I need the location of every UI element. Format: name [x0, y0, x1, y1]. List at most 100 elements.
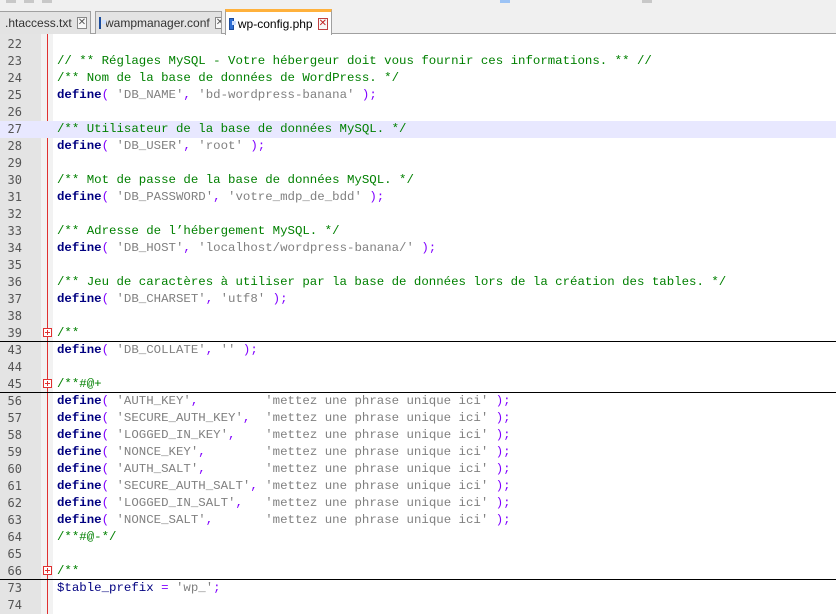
toolbar-strip: [0, 0, 836, 8]
fold-plus-icon[interactable]: [43, 566, 52, 575]
tab-wp-config[interactable]: wp-config.php ✕: [225, 9, 332, 35]
code-token: /** Adresse de l’hébergement MySQL. */: [57, 224, 340, 238]
code-line[interactable]: 74: [0, 597, 836, 614]
code-token: /**: [57, 326, 80, 340]
file-icon: [99, 17, 106, 29]
fold-plus-icon[interactable]: [43, 328, 52, 337]
code-token: );: [354, 88, 377, 102]
code-line[interactable]: 26: [0, 104, 836, 121]
code-line[interactable]: 38: [0, 308, 836, 325]
code-text: define( 'SECURE_AUTH_SALT', 'mettez une …: [57, 478, 511, 495]
code-token: 'votre_mdp_de_bdd': [228, 190, 362, 204]
code-token: );: [488, 394, 511, 408]
code-line[interactable]: 64 /**#@-*/: [0, 529, 836, 546]
line-number: 30: [7, 173, 22, 187]
line-number: 29: [7, 156, 22, 170]
code-token: 'mettez une phrase unique ici': [265, 462, 489, 476]
code-text: // ** Réglages MySQL - Votre hébergeur d…: [57, 53, 652, 70]
code-token: 'AUTH_KEY': [116, 394, 191, 408]
code-line[interactable]: 33 /** Adresse de l’hébergement MySQL. */: [0, 223, 836, 240]
code-line[interactable]: 63 define( 'NONCE_SALT', 'mettez une phra…: [0, 512, 836, 529]
code-line[interactable]: 43 define( 'DB_COLLATE', '' );: [0, 342, 836, 359]
code-line[interactable]: 22: [0, 36, 836, 53]
code-token: ,: [250, 479, 266, 493]
code-line[interactable]: 25 define( 'DB_NAME', 'bd-wordpress-banan…: [0, 87, 836, 104]
code-token: (: [101, 411, 117, 425]
code-line[interactable]: 59 define( 'NONCE_KEY', 'mettez une phras…: [0, 444, 836, 461]
code-line[interactable]: 39 /**: [0, 325, 836, 342]
code-line[interactable]: 58 define( 'LOGGED_IN_KEY', 'mettez une p…: [0, 427, 836, 444]
close-icon[interactable]: ✕: [76, 17, 88, 29]
toolbar-button-edge[interactable]: [42, 0, 52, 3]
code-text: /** Mot de passe de la base de données M…: [57, 172, 414, 189]
code-line[interactable]: 65: [0, 546, 836, 563]
tab-wampmanager[interactable]: wampmanager.conf ✕: [95, 11, 222, 34]
code-line[interactable]: 73 $table_prefix = 'wp_';: [0, 580, 836, 597]
code-token: 'root': [198, 139, 243, 153]
line-number: 24: [7, 71, 22, 85]
code-text: define( 'DB_NAME', 'bd-wordpress-banana'…: [57, 87, 377, 104]
code-token: (: [101, 88, 117, 102]
code-line[interactable]: 24 /** Nom de la base de données de WordP…: [0, 70, 836, 87]
code-token: ,: [183, 241, 199, 255]
code-token: 'mettez une phrase unique ici': [265, 411, 489, 425]
fold-plus-icon[interactable]: [43, 379, 52, 388]
line-number: 28: [7, 139, 22, 153]
code-line[interactable]: 45 /**#@+: [0, 376, 836, 393]
close-icon[interactable]: ✕: [317, 17, 328, 30]
code-line[interactable]: 28 define( 'DB_USER', 'root' );: [0, 138, 836, 155]
code-text: /** Jeu de caractères à utiliser par la …: [57, 274, 726, 291]
code-token: define: [57, 428, 102, 442]
code-editor[interactable]: 22 23 // ** Réglages MySQL - Votre héberge…: [0, 34, 836, 614]
code-text: /**#@+: [57, 376, 102, 393]
line-number: 56: [7, 394, 22, 408]
code-token: ,: [183, 139, 199, 153]
tab-htaccess[interactable]: .htaccess.txt ✕: [0, 11, 91, 34]
toolbar-button-edge[interactable]: [6, 0, 16, 3]
code-token: define: [57, 411, 102, 425]
line-number: 37: [7, 292, 22, 306]
close-icon[interactable]: ✕: [214, 17, 221, 29]
code-line[interactable]: 34 define( 'DB_HOST', 'localhost/wordpres…: [0, 240, 836, 257]
toolbar-button-edge[interactable]: [642, 0, 652, 3]
code-line[interactable]: 57 define( 'SECURE_AUTH_KEY', 'mettez une…: [0, 410, 836, 427]
line-number: 33: [7, 224, 22, 238]
line-number: 61: [7, 479, 22, 493]
code-token: (: [101, 190, 117, 204]
code-line[interactable]: 31 define( 'DB_PASSWORD', 'votre_mdp_de_b…: [0, 189, 836, 206]
code-token: /**#@-*/: [57, 530, 117, 544]
code-line[interactable]: 61 define( 'SECURE_AUTH_SALT', 'mettez un…: [0, 478, 836, 495]
code-token: (: [101, 462, 117, 476]
code-line[interactable]: 36 /** Jeu de caractères à utiliser par l…: [0, 274, 836, 291]
code-token: 'AUTH_SALT': [116, 462, 199, 476]
code-token: 'mettez une phrase unique ici': [265, 479, 489, 493]
code-line[interactable]: 62 define( 'LOGGED_IN_SALT', 'mettez une …: [0, 495, 836, 512]
code-token: define: [57, 462, 102, 476]
code-line[interactable]: 30 /** Mot de passe de la base de données…: [0, 172, 836, 189]
line-number: 31: [7, 190, 22, 204]
code-line[interactable]: 60 define( 'AUTH_SALT', 'mettez une phras…: [0, 461, 836, 478]
php-file-icon: [229, 17, 236, 30]
code-line[interactable]: 27 /** Utilisateur de la base de données …: [0, 121, 836, 138]
code-line[interactable]: 66 /**: [0, 563, 836, 580]
code-line[interactable]: 44: [0, 359, 836, 376]
code-token: 'mettez une phrase unique ici': [265, 513, 489, 527]
code-token: 'LOGGED_IN_SALT': [116, 496, 236, 510]
code-line[interactable]: 29: [0, 155, 836, 172]
code-line[interactable]: 56 define( 'AUTH_KEY', 'mettez une phrase…: [0, 393, 836, 410]
code-token: '': [220, 343, 236, 357]
code-line[interactable]: 35: [0, 257, 836, 274]
code-line[interactable]: 23 // ** Réglages MySQL - Votre hébergeur…: [0, 53, 836, 70]
toolbar-button-edge[interactable]: [24, 0, 34, 3]
code-token: );: [488, 462, 511, 476]
code-token: 'utf8': [220, 292, 266, 306]
toolbar-button-edge[interactable]: [500, 0, 510, 3]
code-token: );: [488, 411, 511, 425]
code-token: (: [101, 343, 117, 357]
code-line[interactable]: 32: [0, 206, 836, 223]
code-token: /** Utilisateur de la base de données My…: [57, 122, 407, 136]
line-number: 73: [7, 581, 22, 595]
code-text: define( 'AUTH_SALT', 'mettez une phrase …: [57, 461, 511, 478]
code-line[interactable]: 37 define( 'DB_CHARSET', 'utf8' );: [0, 291, 836, 308]
code-token: define: [57, 139, 102, 153]
